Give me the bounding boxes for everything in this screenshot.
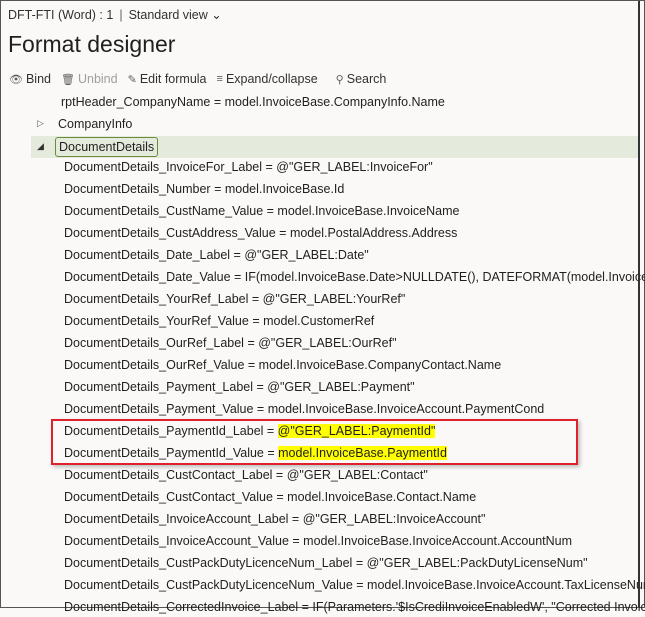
page-title: Format designer bbox=[8, 31, 176, 57]
expand-arrow-icon[interactable]: ▷ bbox=[37, 118, 44, 129]
search-button[interactable]: ⚲ Search bbox=[336, 72, 387, 86]
item-formula: model.InvoiceBase.InvoiceName bbox=[277, 204, 460, 218]
toolbar-label: Edit formula bbox=[139, 72, 207, 86]
item-name: DocumentDetails_CustAddress_Value bbox=[64, 226, 276, 240]
tree-item[interactable]: DocumentDetails_CorrectedInvoice_Label =… bbox=[64, 597, 645, 617]
tree-item[interactable]: DocumentDetails_Date_Label = @"GER_LABEL… bbox=[64, 245, 369, 265]
item-formula: @"GER_LABEL:InvoiceAccount" bbox=[302, 512, 486, 526]
eye-link-icon: 👁 bbox=[9, 73, 23, 86]
callout-box bbox=[51, 419, 578, 465]
item-formula: @"GER_LABEL:Date" bbox=[244, 248, 369, 262]
tree-item[interactable]: DocumentDetails_YourRef_Value = model.Cu… bbox=[64, 311, 374, 331]
tree-item[interactable]: DocumentDetails_CustAddress_Value = mode… bbox=[64, 223, 457, 243]
item-formula: model.InvoiceBase.InvoiceAccount.Payment… bbox=[267, 402, 545, 416]
tree-item[interactable]: DocumentDetails_CustContact_Value = mode… bbox=[64, 487, 476, 507]
item-name: DocumentDetails_CustContact_Value bbox=[64, 490, 273, 504]
item-formula: IF(model.InvoiceBase.Date>NULLDATE(), DA… bbox=[244, 270, 645, 284]
item-name: DocumentDetails_OurRef_Value bbox=[64, 358, 245, 372]
item-formula: @"GER_LABEL:YourRef" bbox=[262, 292, 406, 306]
item-name: DocumentDetails_InvoiceAccount_Label bbox=[64, 512, 289, 526]
item-formula: @"GER_LABEL:PackDutyLicenseNum" bbox=[366, 556, 588, 570]
item-name: DocumentDetails_CustPackDutyLicenceNum_V… bbox=[64, 578, 353, 592]
item-formula: model.InvoiceBase.InvoiceAccount.TaxLice… bbox=[367, 578, 645, 592]
record-name: DFT-FTI (Word) : 1 bbox=[8, 8, 114, 22]
item-formula: @"GER_LABEL:InvoiceFor" bbox=[276, 160, 433, 174]
panel-divider bbox=[638, 1, 640, 607]
toolbar-label: Unbind bbox=[77, 72, 118, 86]
item-name: DocumentDetails_Date_Value bbox=[64, 270, 231, 284]
item-formula: @"GER_LABEL:Payment" bbox=[267, 380, 415, 394]
item-name: DocumentDetails_YourRef_Value bbox=[64, 314, 249, 328]
item-formula: model.InvoiceBase.Contact.Name bbox=[287, 490, 477, 504]
expand-collapse-button[interactable]: ≡ Expand/collapse bbox=[217, 72, 318, 86]
item-name: DocumentDetails_CustContact_Label bbox=[64, 468, 273, 482]
item-formula: model.InvoiceBase.CompanyContact.Name bbox=[258, 358, 502, 372]
unbind-button[interactable]: 🗑 Unbind bbox=[61, 72, 118, 86]
toolbar-label: Bind bbox=[25, 72, 51, 86]
tree-node-companyinfo[interactable]: CompanyInfo bbox=[58, 114, 132, 134]
trash-icon: 🗑 bbox=[61, 73, 75, 86]
item-name: DocumentDetails_InvoiceAccount_Value bbox=[64, 534, 289, 548]
item-name: DocumentDetails_CustName_Value bbox=[64, 204, 264, 218]
bind-button[interactable]: 👁 Bind bbox=[9, 72, 51, 86]
pencil-icon: ✎ bbox=[127, 73, 137, 86]
item-formula: @"GER_LABEL:Contact" bbox=[286, 468, 428, 482]
tree-item[interactable]: DocumentDetails_InvoiceAccount_Label = @… bbox=[64, 509, 485, 529]
tree-item[interactable]: DocumentDetails_CustPackDutyLicenceNum_L… bbox=[64, 553, 588, 573]
tree-item[interactable]: DocumentDetails_OurRef_Label = @"GER_LAB… bbox=[64, 333, 397, 353]
toolbar: 👁 Bind 🗑 Unbind ✎ Edit formula ≡ Expand/collaps… bbox=[9, 72, 386, 86]
item-name: DocumentDetails_InvoiceFor_Label bbox=[64, 160, 263, 174]
tree-item[interactable]: DocumentDetails_Number = model.InvoiceBa… bbox=[64, 179, 344, 199]
item-formula: model.InvoiceBase.Id bbox=[224, 182, 345, 196]
tree-item[interactable]: DocumentDetails_InvoiceFor_Label = @"GER… bbox=[64, 157, 433, 177]
breadcrumb: DFT-FTI (Word) : 1 | Standard view ⌄ bbox=[8, 8, 222, 22]
item-name: DocumentDetails_OurRef_Label bbox=[64, 336, 244, 350]
item-formula: model.CustomerRef bbox=[263, 314, 375, 328]
tree-node-documentdetails[interactable]: DocumentDetails bbox=[55, 137, 159, 157]
edit-formula-button[interactable]: ✎ Edit formula bbox=[128, 72, 207, 86]
item-name: DocumentDetails_Payment_Label bbox=[64, 380, 253, 394]
toolbar-label: Search bbox=[346, 72, 387, 86]
collapse-arrow-icon[interactable]: ◢ bbox=[37, 141, 44, 152]
list-icon: ≡ bbox=[216, 73, 223, 85]
item-formula: IF(Parameters.'$IsCrediInvoiceEnabledW',… bbox=[312, 600, 645, 614]
item-formula: model.InvoiceBase.InvoiceAccount.Account… bbox=[303, 534, 573, 548]
tree-item-rptheader-companyname[interactable]: rptHeader_CompanyName = model.InvoiceBas… bbox=[61, 92, 445, 112]
item-name: DocumentDetails_Date_Label bbox=[64, 248, 231, 262]
search-icon: ⚲ bbox=[335, 73, 344, 86]
tree-item[interactable]: DocumentDetails_Payment_Label = @"GER_LA… bbox=[64, 377, 415, 397]
tree-item[interactable]: DocumentDetails_OurRef_Value = model.Inv… bbox=[64, 355, 501, 375]
tree-item[interactable]: DocumentDetails_CustContact_Label = @"GE… bbox=[64, 465, 428, 485]
item-name: DocumentDetails_YourRef_Label bbox=[64, 292, 249, 306]
toolbar-label: Expand/collapse bbox=[225, 72, 318, 86]
item-name: DocumentDetails_CustPackDutyLicenceNum_L… bbox=[64, 556, 353, 570]
item-formula: model.PostalAddress.Address bbox=[289, 226, 458, 240]
tree-item[interactable]: DocumentDetails_YourRef_Label = @"GER_LA… bbox=[64, 289, 405, 309]
tree-item[interactable]: DocumentDetails_Payment_Value = model.In… bbox=[64, 399, 544, 419]
view-selector[interactable]: Standard view ⌄ bbox=[129, 8, 222, 22]
item-name: DocumentDetails_Payment_Value bbox=[64, 402, 254, 416]
item-name: DocumentDetails_Number bbox=[64, 182, 211, 196]
item-name: DocumentDetails_CorrectedInvoice_Label bbox=[64, 600, 299, 614]
tree-item[interactable]: DocumentDetails_InvoiceAccount_Value = m… bbox=[64, 531, 572, 551]
tree-item[interactable]: DocumentDetails_CustPackDutyLicenceNum_V… bbox=[64, 575, 645, 595]
tree-item[interactable]: DocumentDetails_CustName_Value = model.I… bbox=[64, 201, 459, 221]
tree-item[interactable]: DocumentDetails_Date_Value = IF(model.In… bbox=[64, 267, 645, 287]
chevron-down-icon: ⌄ bbox=[211, 8, 222, 22]
item-formula: @"GER_LABEL:OurRef" bbox=[258, 336, 397, 350]
